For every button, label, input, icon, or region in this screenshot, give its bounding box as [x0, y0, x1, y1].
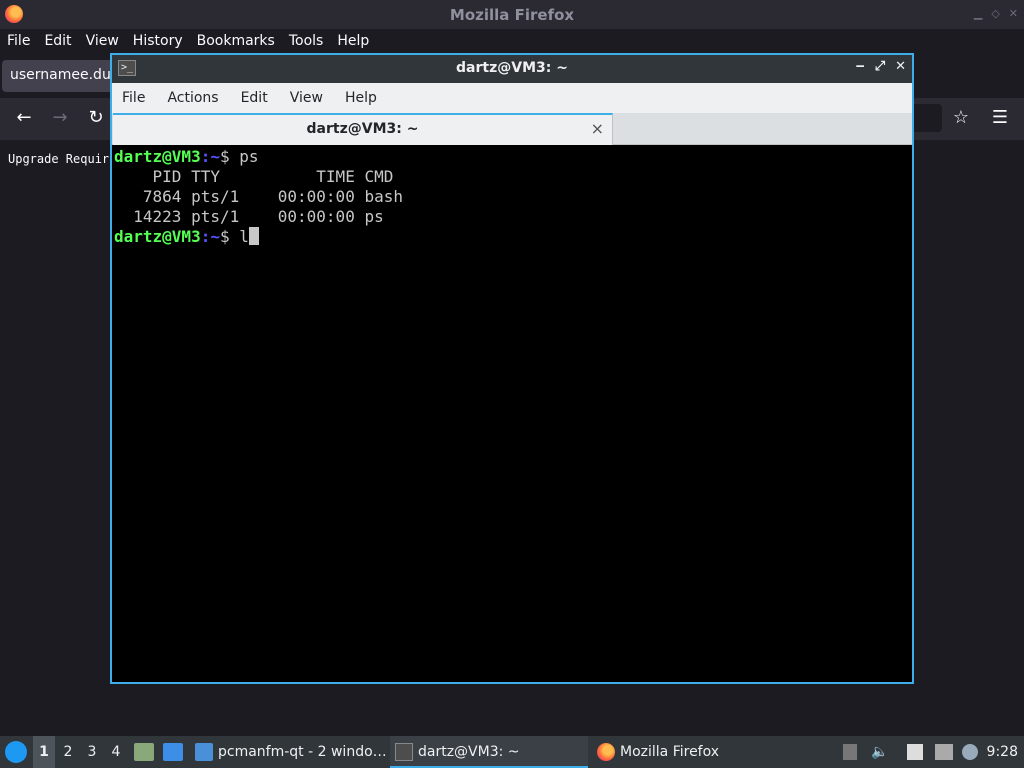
terminal-tab[interactable]: dartz@VM3: ~ × — [113, 113, 613, 145]
workspace-4[interactable]: 4 — [105, 736, 127, 768]
menu-file[interactable]: File — [7, 29, 30, 53]
workspace-1[interactable]: 1 — [33, 736, 55, 768]
menu-file[interactable]: File — [122, 83, 145, 113]
file-manager-launcher-icon[interactable] — [134, 743, 154, 761]
show-desktop-icon[interactable] — [163, 743, 183, 761]
minimize-icon[interactable]: ▁ — [974, 7, 982, 20]
close-icon[interactable]: ✕ — [895, 59, 906, 74]
tab-close-icon[interactable]: × — [591, 119, 604, 138]
menu-actions[interactable]: Actions — [167, 83, 218, 113]
terminal-window[interactable]: >_ dartz@VM3: ~ ‒ ⤢ ✕ File Actions Edit … — [110, 53, 914, 684]
taskbar-clock[interactable]: 9:28 — [987, 736, 1018, 768]
menu-history[interactable]: History — [133, 29, 183, 53]
minimize-icon[interactable]: ‒ — [856, 59, 865, 74]
terminal-menubar: File Actions Edit View Help — [112, 83, 912, 113]
reload-icon[interactable]: ↻ — [85, 107, 107, 129]
terminal-output[interactable]: dartz@VM3:~$ ps PID TTY TIME CMD 7864 pt… — [114, 147, 910, 682]
terminal-line: 7864 pts/1 00:00:00 bash — [114, 187, 403, 206]
taskbar-task-terminal[interactable]: dartz@VM3: ~ — [390, 736, 588, 768]
prompt-user: dartz@VM3 — [114, 147, 201, 166]
maximize-icon[interactable]: ◇ — [991, 7, 999, 20]
prompt-path: :~ — [200, 227, 220, 246]
task-label: pcmanfm-qt - 2 windo… — [218, 744, 387, 760]
firefox-menubar: File Edit View History Bookmarks Tools H… — [0, 29, 1024, 53]
terminal-titlebar[interactable]: >_ dartz@VM3: ~ ‒ ⤢ ✕ — [112, 55, 912, 83]
terminal-line: 14223 pts/1 00:00:00 ps — [114, 207, 384, 226]
task-label: Mozilla Firefox — [620, 744, 720, 760]
bookmark-star-icon[interactable]: ☆ — [950, 107, 972, 129]
prompt-path: :~ — [200, 147, 220, 166]
terminal-window-title: dartz@VM3: ~ — [456, 60, 568, 76]
workspace-3[interactable]: 3 — [81, 736, 103, 768]
terminal-line: dartz@VM3:~$ ps — [114, 147, 910, 167]
volume-icon[interactable]: 🔈 — [871, 744, 889, 760]
menu-tools[interactable]: Tools — [289, 29, 324, 53]
taskbar-task-firefox[interactable]: Mozilla Firefox — [592, 736, 790, 768]
hamburger-menu-icon[interactable]: ☰ — [989, 107, 1011, 129]
text-cursor — [248, 227, 259, 245]
prompt-command: $ ps — [219, 147, 259, 166]
forward-arrow-icon[interactable]: → — [49, 107, 71, 129]
firefox-icon — [597, 743, 615, 761]
taskbar: 1 2 3 4 pcmanfm-qt - 2 windo… dartz@VM3:… — [0, 736, 1024, 768]
eject-icon[interactable] — [843, 744, 857, 760]
prompt-user: dartz@VM3 — [114, 227, 201, 246]
workspace-2[interactable]: 2 — [57, 736, 79, 768]
task-label: dartz@VM3: ~ — [418, 744, 520, 760]
update-notifier-icon[interactable] — [962, 744, 978, 760]
terminal-line: dartz@VM3:~$ l — [114, 227, 910, 247]
maximize-icon[interactable]: ⤢ — [875, 59, 885, 74]
terminal-line: PID TTY TIME CMD — [114, 167, 394, 186]
close-icon[interactable]: ✕ — [1009, 7, 1018, 20]
terminal-tab-label: dartz@VM3: ~ — [306, 121, 419, 137]
taskbar-task-pcmanfm[interactable]: pcmanfm-qt - 2 windo… — [190, 736, 388, 768]
menu-edit[interactable]: Edit — [241, 83, 268, 113]
menu-bookmarks[interactable]: Bookmarks — [197, 29, 275, 53]
url-bar[interactable] — [912, 104, 942, 132]
menu-view[interactable]: View — [86, 29, 119, 53]
network-icon[interactable] — [935, 744, 953, 760]
menu-help[interactable]: Help — [337, 29, 369, 53]
firefox-titlebar: Mozilla Firefox ▁ ◇ ✕ — [0, 0, 1024, 29]
menu-help[interactable]: Help — [345, 83, 377, 113]
firefox-window-title: Mozilla Firefox — [449, 6, 575, 24]
folder-icon — [195, 743, 213, 761]
menu-edit[interactable]: Edit — [44, 29, 71, 53]
terminal-icon — [395, 743, 413, 761]
start-menu-icon[interactable] — [5, 741, 27, 763]
page-text: Upgrade Requir — [8, 152, 110, 166]
terminal-tabbar: dartz@VM3: ~ × — [112, 113, 912, 145]
menu-view[interactable]: View — [290, 83, 323, 113]
clipboard-icon[interactable] — [907, 744, 923, 760]
back-arrow-icon[interactable]: ← — [13, 107, 35, 129]
firefox-window-controls[interactable]: ▁ ◇ ✕ — [974, 7, 1018, 20]
prompt-command: $ l — [219, 227, 249, 246]
